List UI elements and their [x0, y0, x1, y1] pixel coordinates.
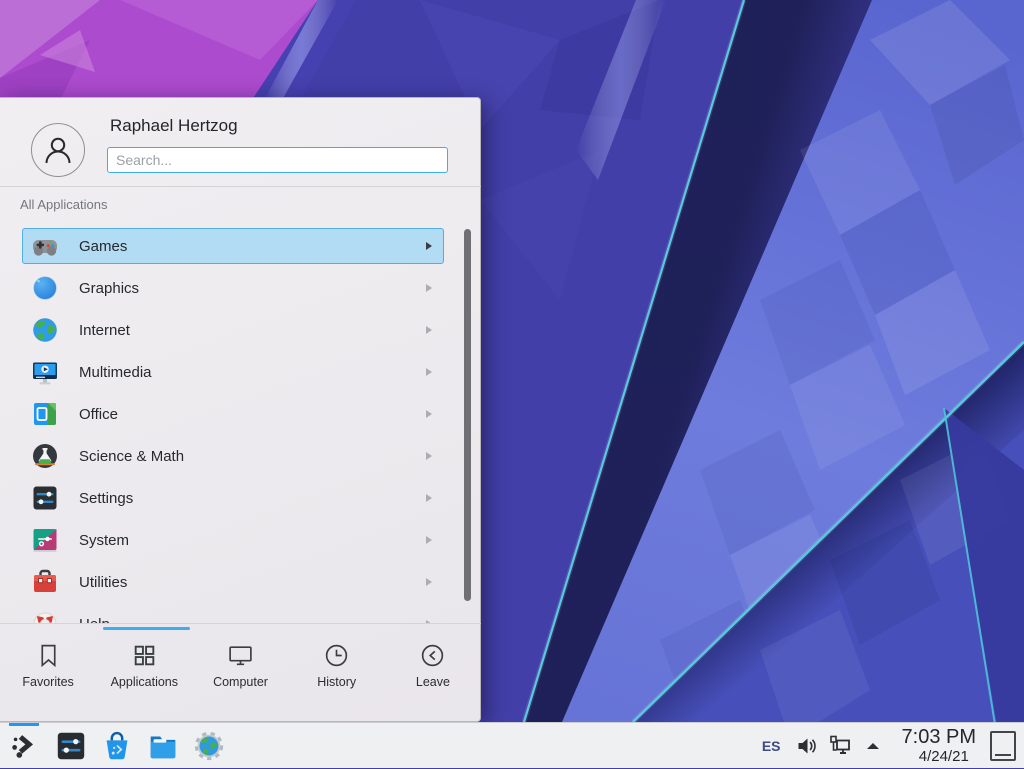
applications-grid-icon	[131, 642, 158, 669]
active-task-indicator	[9, 723, 39, 726]
section-label: All Applications	[20, 197, 107, 212]
tab-label: Leave	[416, 675, 450, 689]
submenu-arrow-icon	[426, 494, 432, 502]
bookmark-icon	[35, 642, 62, 669]
keyboard-layout-indicator[interactable]: ES	[762, 738, 781, 754]
tab-computer[interactable]: Computer	[192, 633, 288, 689]
list-scrollbar[interactable]	[464, 229, 471, 601]
discover-button[interactable]	[94, 723, 140, 769]
expand-tray-button[interactable]	[861, 734, 885, 758]
tab-applications[interactable]: Applications	[96, 633, 192, 689]
header-divider	[0, 186, 481, 187]
web-browser-button[interactable]	[186, 723, 232, 769]
user-avatar[interactable]	[31, 123, 85, 177]
category-label: Office	[79, 406, 118, 423]
submenu-arrow-icon	[426, 326, 432, 334]
expand-tray-arrow-icon	[864, 737, 882, 755]
browser-globe-gear-icon	[192, 729, 226, 763]
category-row-graphics[interactable]: Graphics	[0, 267, 481, 309]
taskbar-panel: ES 7:03 PM 4/24/21	[0, 722, 1024, 768]
toolbox-icon	[31, 568, 59, 596]
category-row-games[interactable]: Games	[0, 225, 481, 267]
category-row-internet[interactable]: Internet	[0, 309, 481, 351]
launcher-header: Raphael Hertzog	[0, 98, 480, 186]
kde-launcher-icon	[8, 729, 42, 763]
gamepad-icon	[31, 232, 59, 260]
history-clock-icon	[323, 642, 350, 669]
category-label: Science & Math	[79, 448, 184, 465]
leave-icon	[419, 642, 446, 669]
user-name: Raphael Hertzog	[110, 116, 238, 136]
category-label: Multimedia	[79, 364, 152, 381]
network-button[interactable]	[828, 734, 852, 758]
discover-bag-icon	[100, 729, 134, 763]
digital-clock[interactable]: 7:03 PM 4/24/21	[902, 727, 976, 764]
submenu-arrow-icon	[426, 536, 432, 544]
tab-label: Applications	[111, 675, 178, 689]
volume-icon	[796, 735, 818, 757]
category-label: Help	[79, 616, 110, 624]
category-label: Utilities	[79, 574, 127, 591]
category-row-system[interactable]: System	[0, 519, 481, 561]
category-list: Games Graphics	[0, 225, 481, 623]
tab-label: History	[317, 675, 356, 689]
category-row-help[interactable]: Help	[0, 603, 481, 623]
science-flask-icon	[31, 442, 59, 470]
clock-time: 7:03 PM	[902, 727, 976, 747]
active-tab-indicator	[103, 627, 190, 630]
category-row-multimedia[interactable]: Multimedia	[0, 351, 481, 393]
desktop: Raphael Hertzog All Applications Games	[0, 0, 1024, 768]
folder-icon	[146, 729, 180, 763]
category-row-office[interactable]: Office	[0, 393, 481, 435]
lifebuoy-icon	[31, 610, 59, 623]
volume-button[interactable]	[795, 734, 819, 758]
submenu-arrow-icon	[426, 368, 432, 376]
system-preferences-icon	[31, 526, 59, 554]
globe-icon	[31, 316, 59, 344]
tab-favorites[interactable]: Favorites	[0, 633, 96, 689]
category-label: Settings	[79, 490, 133, 507]
user-icon	[41, 133, 75, 167]
application-launcher-menu: Raphael Hertzog All Applications Games	[0, 97, 481, 722]
tab-label: Favorites	[22, 675, 73, 689]
category-label: Games	[79, 238, 127, 255]
category-row-utilities[interactable]: Utilities	[0, 561, 481, 603]
submenu-arrow-icon	[426, 284, 432, 292]
category-row-science-math[interactable]: Science & Math	[0, 435, 481, 477]
submenu-arrow-icon	[426, 242, 432, 250]
tab-label: Computer	[213, 675, 268, 689]
footer-divider	[0, 623, 481, 624]
category-label: Internet	[79, 322, 130, 339]
system-settings-icon	[54, 729, 88, 763]
application-launcher-button[interactable]	[2, 723, 48, 769]
launcher-footer: Favorites Applications Computer	[0, 623, 481, 722]
graphics-sphere-icon	[31, 274, 59, 302]
system-tray: ES 7:03 PM 4/24/21	[762, 723, 1024, 768]
submenu-arrow-icon	[426, 410, 432, 418]
tab-history[interactable]: History	[289, 633, 385, 689]
computer-monitor-icon	[227, 642, 254, 669]
category-row-settings[interactable]: Settings	[0, 477, 481, 519]
multimedia-monitor-icon	[31, 358, 59, 386]
network-wired-icon	[828, 734, 852, 758]
submenu-arrow-icon	[426, 578, 432, 586]
settings-sliders-icon	[31, 484, 59, 512]
tab-leave[interactable]: Leave	[385, 633, 481, 689]
taskbar-launchers	[2, 723, 232, 768]
submenu-arrow-icon	[426, 452, 432, 460]
show-desktop-button[interactable]	[990, 731, 1016, 761]
system-settings-button[interactable]	[48, 723, 94, 769]
search-input[interactable]	[107, 147, 448, 173]
file-manager-button[interactable]	[140, 723, 186, 769]
office-document-icon	[31, 400, 59, 428]
clock-date: 4/24/21	[919, 749, 969, 764]
category-label: System	[79, 532, 129, 549]
category-label: Graphics	[79, 280, 139, 297]
tab-bar: Favorites Applications Computer	[0, 633, 481, 689]
